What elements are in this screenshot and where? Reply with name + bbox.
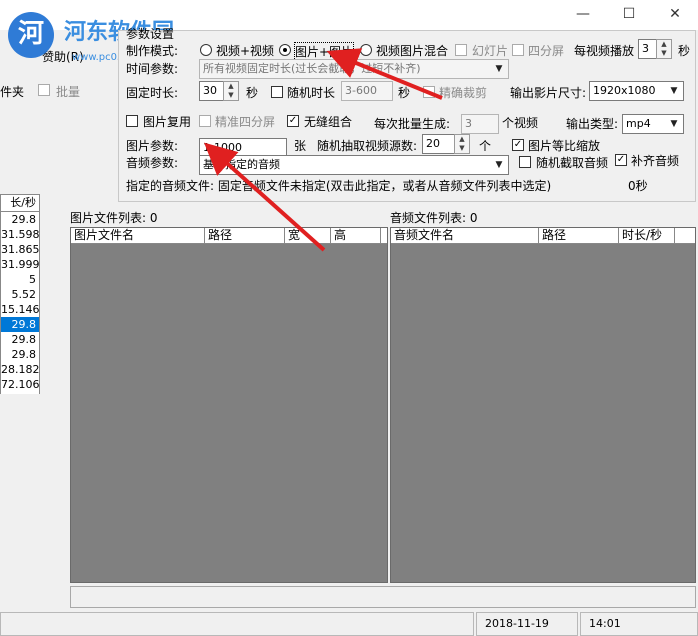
- random-source-label: 随机抽取视频源数:: [317, 139, 418, 153]
- slideshow-checkbox[interactable]: [455, 44, 467, 56]
- output-size-select[interactable]: 1920x1080 ▼: [589, 81, 684, 101]
- fixed-duration-spinner[interactable]: ▲ ▼: [223, 81, 239, 101]
- image-file-list[interactable]: 图片文件名 路径 宽 高: [70, 227, 388, 583]
- random-source-unit: 个: [479, 139, 492, 153]
- random-audio-checkbox[interactable]: [519, 156, 531, 168]
- output-size-value: 1920x1080: [593, 84, 656, 97]
- seamless-checkbox[interactable]: ✓: [287, 115, 299, 127]
- output-type-value: mp4: [626, 117, 651, 130]
- per-video-input[interactable]: 3: [638, 39, 658, 59]
- column-image-width[interactable]: 宽: [285, 228, 331, 244]
- mode-radio-video-video[interactable]: [200, 44, 212, 56]
- mode-option-video-video: 视频+视频: [216, 44, 275, 58]
- fixed-duration-label: 固定时长:: [126, 86, 179, 100]
- precise-cut-checkbox[interactable]: [423, 86, 435, 98]
- random-audio-label: 随机截取音频: [536, 156, 609, 170]
- image-count-unit: 张: [294, 139, 307, 153]
- audio-select[interactable]: 基于指定的音频 ▼: [199, 155, 509, 175]
- spin-down-icon: ▼: [228, 91, 234, 99]
- audio-file-list[interactable]: 音频文件名 路径 时长/秒: [390, 227, 696, 583]
- audio-param-label: 音频参数:: [126, 156, 179, 170]
- random-duration-checkbox[interactable]: [271, 86, 283, 98]
- image-reuse-label: 图片复用: [143, 115, 192, 129]
- exact-quad-checkbox[interactable]: [199, 115, 211, 127]
- output-type-label: 输出类型:: [566, 117, 619, 131]
- mode-radio-mixed[interactable]: [360, 44, 372, 56]
- image-param-label: 图片参数:: [126, 139, 179, 153]
- chevron-down-icon: ▼: [495, 64, 503, 74]
- mode-label: 制作模式:: [126, 44, 179, 58]
- quad-checkbox[interactable]: [512, 44, 524, 56]
- column-duration-header[interactable]: 长/秒: [1, 195, 39, 212]
- chevron-down-icon: ▼: [670, 86, 678, 96]
- folder-label: 件夹: [0, 85, 25, 99]
- status-time: 14:01: [580, 612, 698, 636]
- random-source-spinner[interactable]: ▲ ▼: [454, 134, 470, 154]
- fill-audio-checkbox[interactable]: ✓: [615, 154, 627, 166]
- column-image-name[interactable]: 图片文件名: [71, 228, 205, 244]
- status-date: 2018-11-19: [476, 612, 578, 636]
- column-image-path[interactable]: 路径: [205, 228, 285, 244]
- random-duration-unit: 秒: [398, 86, 411, 100]
- precise-cut-label: 精确裁剪: [439, 86, 488, 100]
- column-audio-duration[interactable]: 时长/秒: [619, 228, 675, 244]
- spin-down-icon: ▼: [459, 144, 465, 152]
- header-filler: [675, 228, 695, 244]
- image-scale-checkbox[interactable]: ✓: [512, 139, 524, 151]
- time-label: 时间参数:: [126, 62, 179, 76]
- image-scale-label: 图片等比缩放: [528, 139, 601, 153]
- exact-quad-label: 精准四分屏: [215, 115, 276, 129]
- spin-up-icon: ▲: [459, 135, 465, 143]
- audio-list-title: 音频文件列表: 0: [390, 211, 478, 225]
- quad-label: 四分屏: [528, 44, 565, 58]
- spin-up-icon: ▲: [661, 40, 667, 48]
- column-image-height[interactable]: 高: [331, 228, 381, 244]
- status-message: [0, 612, 474, 636]
- audio-select-value: 基于指定的音频: [203, 158, 280, 171]
- list-item[interactable]: 72.106: [1, 377, 40, 394]
- random-duration-input[interactable]: 3-600: [341, 81, 393, 101]
- watermark-logo-icon: 河: [8, 12, 54, 58]
- header-filler: [381, 228, 387, 244]
- video-list[interactable]: 长/秒 29.8 31.598 31.865 31.999 5 5.52 15.146 29.…: [0, 194, 40, 394]
- per-video-unit: 秒: [678, 44, 691, 58]
- close-button[interactable]: ✕: [652, 0, 698, 30]
- random-duration-label: 随机时长: [287, 86, 336, 100]
- column-audio-name[interactable]: 音频文件名: [391, 228, 539, 244]
- image-reuse-checkbox[interactable]: [126, 115, 138, 127]
- per-video-spinner[interactable]: ▲ ▼: [656, 39, 672, 59]
- batch-count-label: 每次批量生成:: [374, 117, 451, 131]
- image-list-title: 图片文件列表: 0: [70, 211, 158, 225]
- mode-radio-image-image[interactable]: [279, 44, 291, 56]
- output-size-label: 输出影片尺寸:: [510, 86, 587, 100]
- spin-up-icon: ▲: [228, 82, 234, 90]
- per-video-label: 每视频播放: [574, 44, 635, 58]
- params-group-title: 参数设置: [126, 27, 175, 41]
- random-source-input[interactable]: 20: [422, 134, 456, 154]
- batch-count-unit: 个视频: [502, 116, 539, 130]
- batch-checkbox[interactable]: [38, 84, 50, 96]
- time-select[interactable]: 所有视频固定时长(过长会截取，过短不补齐) ▼: [199, 59, 509, 79]
- fill-audio-label: 补齐音频: [631, 154, 680, 168]
- audio-duration: 0秒: [628, 179, 648, 193]
- mode-option-mixed: 视频图片混合: [376, 44, 449, 58]
- time-select-value: 所有视频固定时长(过长会截取，过短不补齐): [203, 62, 421, 75]
- slideshow-label: 幻灯片: [472, 44, 509, 58]
- batch-count-input[interactable]: 3: [461, 114, 499, 134]
- spin-down-icon: ▼: [661, 49, 667, 57]
- batch-label: 批量: [56, 85, 81, 99]
- video-list-empty: [0, 394, 40, 582]
- column-audio-path[interactable]: 路径: [539, 228, 619, 244]
- log-bar: [70, 586, 696, 608]
- fixed-duration-input[interactable]: 30: [199, 81, 225, 101]
- maximize-button[interactable]: ☐: [606, 0, 652, 30]
- chevron-down-icon: ▼: [670, 119, 678, 129]
- chevron-down-icon: ▼: [495, 160, 503, 170]
- specified-audio-info[interactable]: 指定的音频文件: 固定音频文件未指定(双击此指定，或者从音频文件列表中选定): [126, 177, 551, 194]
- minimize-button[interactable]: —: [560, 0, 606, 30]
- seamless-label: 无缝组合: [304, 115, 353, 129]
- output-type-select[interactable]: mp4 ▼: [622, 114, 684, 134]
- fixed-duration-unit: 秒: [246, 86, 259, 100]
